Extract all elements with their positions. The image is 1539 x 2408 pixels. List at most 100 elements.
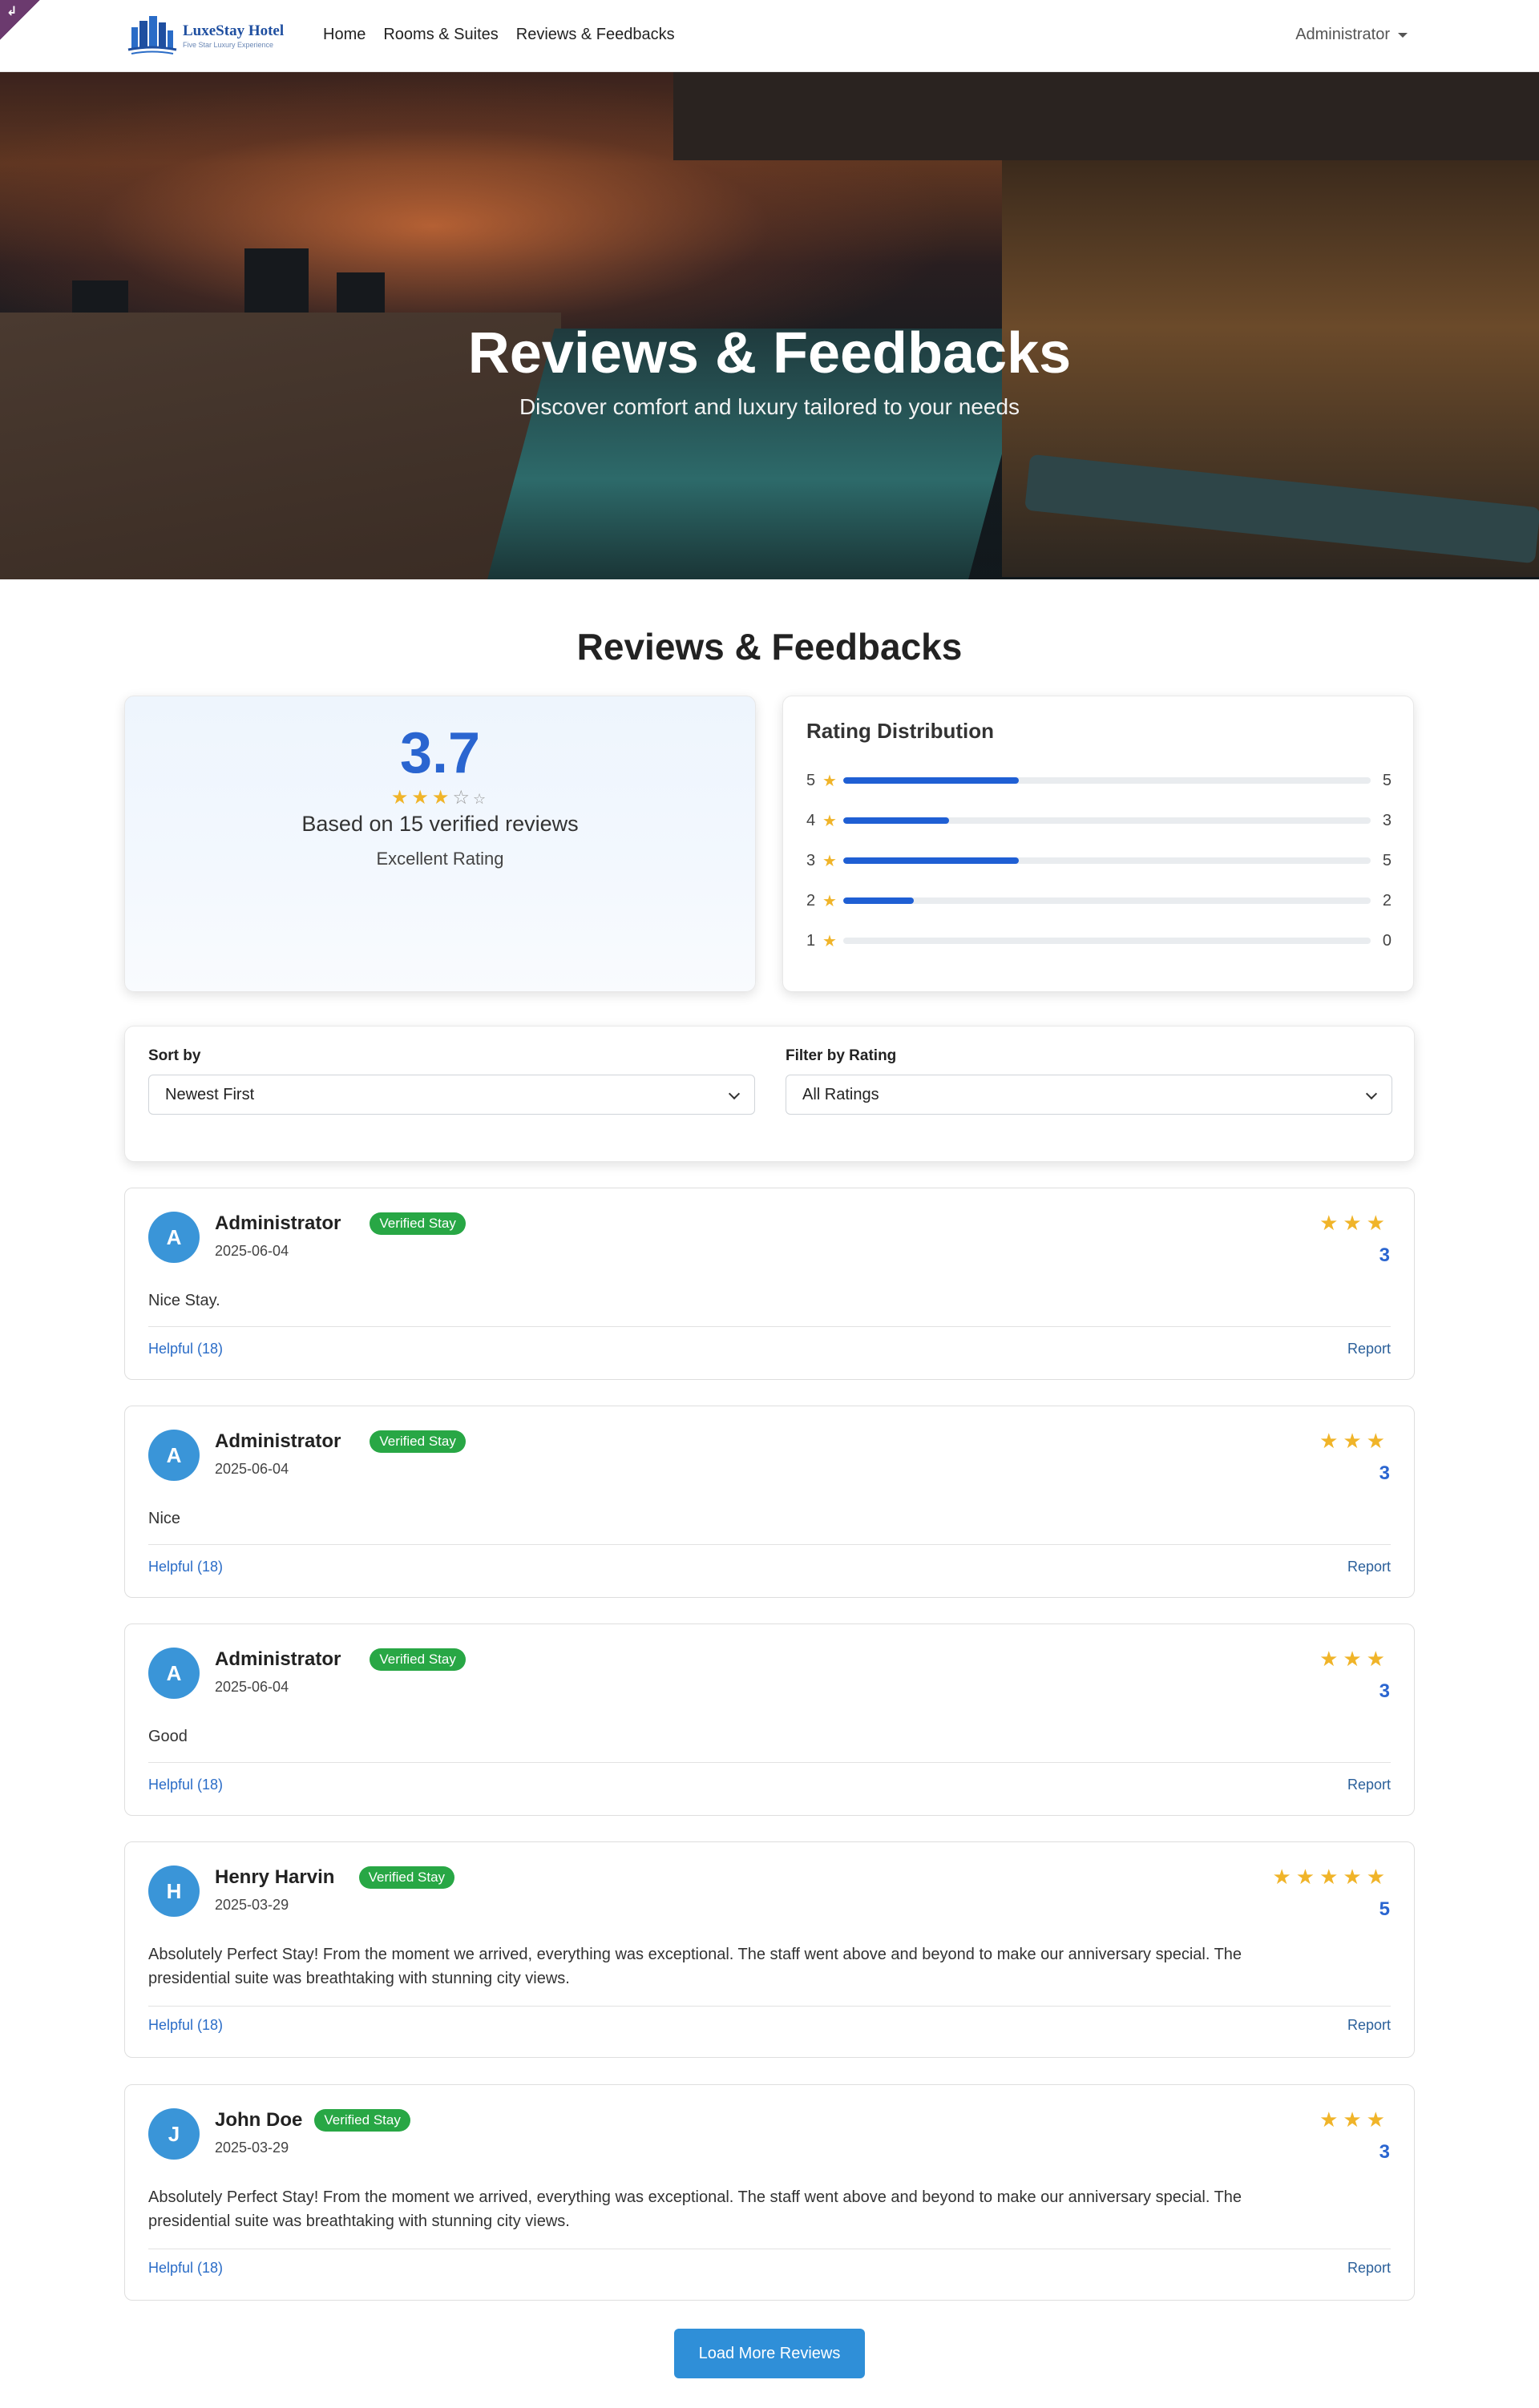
distribution-star-level: 5 [806,771,816,789]
distribution-count: 5 [1382,771,1392,789]
verified-badge: Verified Stay [370,1212,466,1235]
nav-reviews-feedbacks[interactable]: Reviews & Feedbacks [516,26,675,44]
star-full-icon: ★ [390,787,412,809]
average-rating: 3.7 [399,721,481,785]
nav-links: Home Rooms & Suites Reviews & Feedbacks [323,26,675,44]
report-button[interactable]: Report [1347,1559,1391,1575]
helpful-button[interactable]: Helpful (18) [148,1341,223,1357]
distribution-star-level: 1 [806,931,816,950]
report-button[interactable]: Report [1347,1777,1391,1793]
review-divider [148,1762,1391,1763]
nav-rooms-suites[interactable]: Rooms & Suites [383,26,498,44]
distribution-bar-fill [843,857,1020,864]
user-dropdown[interactable]: Administrator [1295,26,1408,44]
star-full-icon: ★ [411,787,432,809]
review-date: 2025-03-29 [215,1897,289,1913]
filter-rating-label: Filter by Rating [786,1047,897,1064]
based-on-text: Based on 15 verified reviews [301,812,579,836]
distribution-star-level: 3 [806,851,816,869]
distribution-bar [843,857,1371,864]
load-more-button[interactable]: Load More Reviews [674,2329,865,2378]
distribution-title: Rating Distribution [806,719,994,743]
reviewer-name: Henry Harvin [215,1866,335,1888]
brand-tagline: Five Star Luxury Experience [183,40,274,49]
avatar: A [148,1212,200,1263]
distribution-count: 2 [1382,891,1392,910]
review-text: Nice [148,1510,181,1527]
rating-label: Excellent Rating [376,849,504,869]
filter-select-value: All Ratings [802,1085,879,1103]
avatar: H [148,1865,200,1917]
review-card: A Administrator Verified Stay 2025-06-04 ★★★… [124,1188,1415,1380]
helpful-button[interactable]: Helpful (18) [148,1559,223,1575]
reviewer-name: Administrator [215,1648,341,1670]
filter-rating-select[interactable]: All Ratings [786,1075,1392,1115]
review-date: 2025-06-04 [215,1243,289,1259]
star-full-icon: ★ [431,787,453,809]
caret-down-icon [1398,32,1408,38]
chevron-down-icon [1365,1087,1378,1100]
verified-badge: Verified Stay [358,1866,455,1889]
star-empty-icon: ☆ [452,787,473,809]
helpful-button[interactable]: Helpful (18) [148,2017,223,2034]
distribution-bar [843,938,1371,944]
distribution-count: 5 [1382,851,1392,869]
average-stars: ★★★☆☆ [125,786,755,809]
helpful-button[interactable]: Helpful (18) [148,1777,223,1793]
brand-name: LuxeStay Hotel [183,22,285,39]
distribution-row: 3 ★ 5 [806,849,1392,873]
chevron-down-icon [728,1087,741,1100]
distribution-row: 2 ★ 2 [806,889,1392,913]
hotel-logo-icon [127,16,177,54]
review-score: 3 [1379,1680,1390,1702]
rating-distribution-card: Rating Distribution 5 ★ 5 4 ★ 3 3 ★ 5 2 ★ 2 1 ★ 0 [782,696,1414,992]
distribution-bar [843,777,1371,784]
nav-home[interactable]: Home [323,26,366,44]
verified-badge: Verified Stay [370,1648,466,1671]
corner-badge: ↲ [0,0,40,40]
star-full-icon: ★ [822,932,837,950]
star-full-icon: ★ [822,892,837,910]
distribution-star-level: 4 [806,811,816,829]
reviewer-name: John Doe [215,2109,303,2131]
top-navbar: LuxeStay Hotel Five Star Luxury Experien… [0,0,1539,72]
avatar: J [148,2108,200,2160]
review-divider [148,1326,1391,1327]
review-stars: ★★★ [1319,2108,1390,2132]
hero-subtitle: Discover comfort and luxury tailored to … [519,394,1020,419]
helpful-button[interactable]: Helpful (18) [148,2260,223,2277]
avatar: A [148,1648,200,1699]
distribution-bar-fill [843,817,949,824]
review-stars: ★★★ [1319,1429,1390,1453]
report-button[interactable]: Report [1347,2017,1391,2034]
star-full-icon: ★ [822,772,837,790]
distribution-star-level: 2 [806,891,816,910]
section-title: Reviews & Feedbacks [576,626,963,668]
review-card: H Henry Harvin Verified Stay 2025-03-29 ★★★★… [124,1841,1415,2058]
avatar: A [148,1430,200,1481]
brand-logo-link[interactable]: LuxeStay Hotel Five Star Luxury Experien… [127,13,284,58]
distribution-row: 5 ★ 5 [806,768,1392,793]
distribution-bar-fill [843,897,914,904]
review-stars: ★★★ [1319,1647,1390,1671]
star-full-icon: ★ [822,852,837,870]
report-button[interactable]: Report [1347,1341,1391,1357]
review-score: 5 [1379,1898,1390,1920]
report-button[interactable]: Report [1347,2260,1391,2277]
reviewer-name: Administrator [215,1212,341,1234]
review-date: 2025-06-04 [215,1461,289,1477]
review-text: Absolutely Perfect Stay! From the moment… [148,2188,1242,2230]
hero-roof [673,72,1539,160]
review-text: Absolutely Perfect Stay! From the moment… [148,1946,1242,1987]
review-card: A Administrator Verified Stay 2025-06-04 ★★★… [124,1623,1415,1816]
sort-select[interactable]: Newest First [148,1075,755,1115]
review-stars: ★★★ [1319,1211,1390,1235]
user-name: Administrator [1295,26,1390,43]
sort-select-value: Newest First [165,1085,255,1103]
review-score: 3 [1379,1462,1390,1484]
sort-label: Sort by [148,1047,201,1064]
rating-summary-card: 3.7 ★★★☆☆ Based on 15 verified reviews E… [124,696,756,992]
distribution-count: 0 [1382,931,1392,950]
hero-title: Reviews & Feedbacks [467,321,1072,385]
verified-badge: Verified Stay [370,1430,466,1453]
